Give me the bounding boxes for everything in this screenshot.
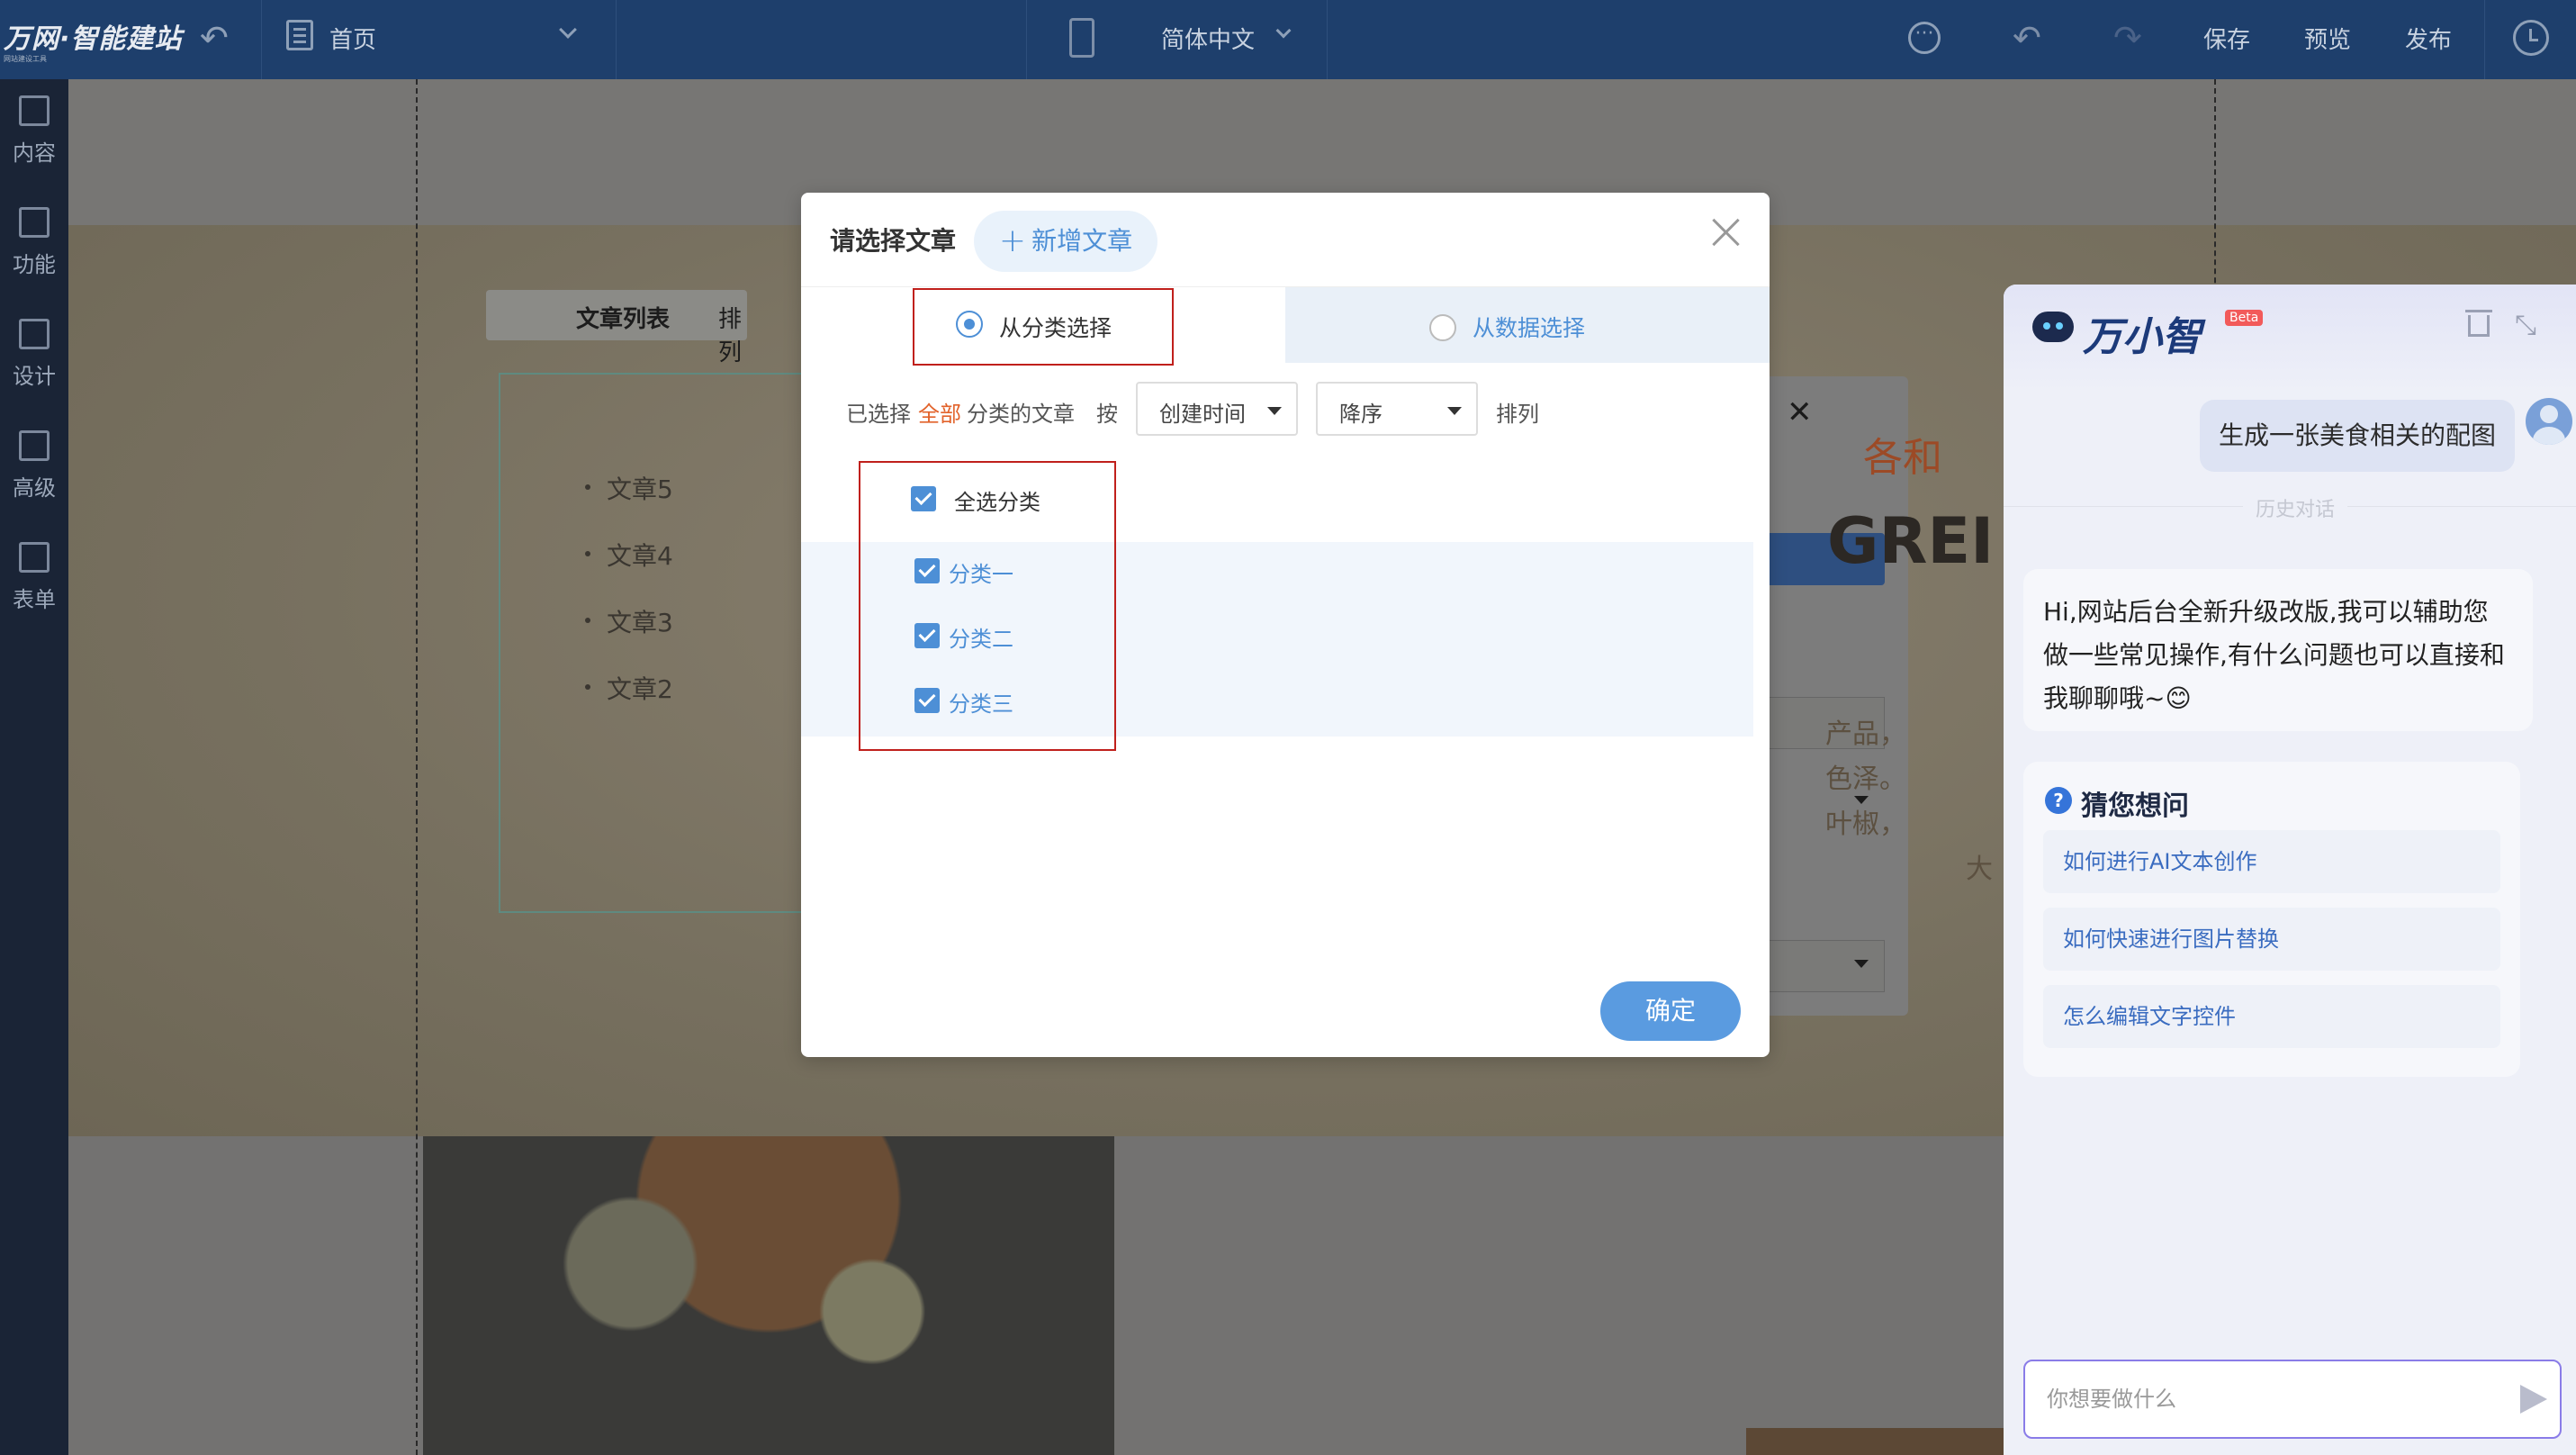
filter-highlight: 全部 — [918, 402, 961, 427]
sidebar-item-features[interactable]: 功能 — [0, 191, 68, 303]
assistant-brand: 万小智 — [2083, 314, 2202, 360]
layout-icon — [19, 319, 50, 349]
background-title-text: GREI — [1827, 504, 1995, 578]
suggestion-item[interactable]: 怎么编辑文字控件 — [2043, 985, 2500, 1048]
background-body-text: 叶椒， — [1825, 809, 1906, 840]
background-heading-text: 各和 — [1863, 435, 1942, 481]
chat-input-placeholder: 你想要做什么 — [2047, 1387, 2176, 1412]
background-body-text: 色泽。 — [1825, 764, 1906, 795]
chevron-down-icon[interactable] — [559, 21, 577, 39]
sort-order-value: 降序 — [1339, 402, 1383, 427]
list-item: 文章5 — [585, 470, 673, 506]
background-body-text: 大 — [1966, 854, 1993, 885]
save-button[interactable]: 保存 — [2203, 22, 2250, 55]
article-widget-tabs: 文章列表 排列 — [486, 290, 747, 366]
caret-down-icon — [1447, 407, 1462, 415]
redo-icon[interactable]: ↷ — [2113, 18, 2142, 58]
food-image-partial — [1746, 1428, 2016, 1455]
left-sidebar: 内容 功能 设计 高级 表单 — [0, 79, 68, 1455]
caret-down-icon — [1267, 407, 1282, 415]
top-toolbar: 万网·智能建站 网站建设工具 ↶ 首页 简体中文 ··· ↶ ↷ 保存 预览 发… — [0, 0, 2576, 79]
page-selector-label[interactable]: 首页 — [329, 22, 376, 55]
tab-from-data[interactable]: 从数据选择 — [1285, 287, 1770, 363]
toolbar-divider — [2484, 0, 2485, 79]
select-article-modal: 请选择文章 + 新增文章 从分类选择 从数据选择 已选择 全部 分类的文章 按 创… — [801, 193, 1770, 1057]
sort-field-value: 创建时间 — [1159, 402, 1246, 427]
sidebar-item-label: 功能 — [13, 252, 56, 277]
ai-assistant-panel: 万小智 Beta ⤡ 生成一张美食相关的配图 历史对话 Hi,网站后台全新升级改… — [2004, 285, 2576, 1455]
chevron-down-icon[interactable] — [1275, 23, 1292, 39]
sidebar-item-content[interactable]: 内容 — [0, 79, 68, 191]
undo-icon[interactable]: ↶ — [2013, 18, 2041, 58]
background-body-text: 产品， — [1825, 718, 1906, 750]
preview-button[interactable]: 预览 — [2304, 22, 2351, 55]
list-item: 文章2 — [585, 670, 673, 706]
send-icon[interactable] — [2520, 1385, 2547, 1414]
collapse-icon[interactable]: ⤡ — [2515, 310, 2536, 341]
toolbar-divider — [616, 0, 617, 79]
brand-logo: 万网·智能建站 网站建设工具 — [4, 16, 182, 64]
radio-unselected-icon[interactable] — [1429, 314, 1456, 341]
food-image — [423, 1136, 1114, 1455]
page-icon — [286, 20, 313, 50]
add-article-button[interactable]: + 新增文章 — [974, 211, 1157, 272]
sidebar-item-design[interactable]: 设计 — [0, 303, 68, 414]
sidebar-item-label: 内容 — [13, 140, 56, 166]
sidebar-item-label: 设计 — [13, 364, 56, 389]
sidebar-item-advanced[interactable]: 高级 — [0, 414, 68, 526]
suggested-questions-title: 猜您想问 — [2081, 791, 2189, 822]
suggested-questions: ? 猜您想问 如何进行AI文本创作 如何快速进行图片替换 怎么编辑文字控件 — [2023, 762, 2520, 1077]
user-message: 生成一张美食相关的配图 — [2200, 400, 2515, 472]
publish-button[interactable]: 发布 — [2405, 22, 2452, 55]
plus-icon: + — [998, 222, 1027, 259]
suggestion-item[interactable]: 如何进行AI文本创作 — [2043, 830, 2500, 893]
chat-input[interactable]: 你想要做什么 — [2023, 1360, 2562, 1439]
brand-logo-subtext: 网站建设工具 — [4, 55, 47, 63]
content-guide-line — [416, 79, 418, 1455]
sort-field-select[interactable]: 创建时间 — [1136, 382, 1298, 436]
filter-by-label: 按 — [1096, 402, 1118, 427]
list-item: 文章4 — [585, 537, 673, 573]
language-selector[interactable]: 简体中文 — [1161, 22, 1255, 55]
highlight-outline — [913, 288, 1174, 366]
document-icon — [19, 95, 50, 126]
sort-suffix: 排列 — [1496, 402, 1539, 427]
toolbar-divider — [261, 0, 262, 79]
undo-icon[interactable]: ↶ — [200, 18, 229, 58]
grid-icon — [19, 207, 50, 238]
tab-label: 从数据选择 — [1473, 315, 1586, 341]
close-icon[interactable] — [1708, 214, 1744, 250]
confirm-button[interactable]: 确定 — [1600, 981, 1741, 1041]
close-icon[interactable]: ✕ — [1787, 394, 1813, 430]
history-icon[interactable] — [2513, 20, 2549, 56]
history-label[interactable]: 历史对话 — [2243, 493, 2348, 522]
question-icon: ? — [2045, 787, 2072, 814]
sidebar-item-forms[interactable]: 表单 — [0, 526, 68, 637]
assistant-message: Hi,网站后台全新升级改版,我可以辅助您做一些常见操作,有什么问题也可以直接和我… — [2023, 569, 2533, 731]
sort-order-select[interactable]: 降序 — [1316, 382, 1478, 436]
list-icon — [19, 542, 50, 573]
modal-title: 请选择文章 — [830, 226, 957, 256]
trash-icon[interactable] — [2465, 310, 2492, 337]
filter-prefix: 已选择 — [846, 402, 911, 427]
list-item: 文章3 — [585, 603, 673, 639]
caret-down-icon — [1854, 960, 1869, 968]
avatar — [2526, 398, 2572, 445]
highlight-outline — [859, 461, 1116, 751]
add-article-label: 新增文章 — [1031, 226, 1133, 256]
robot-icon — [2032, 312, 2074, 342]
sidebar-item-label: 表单 — [13, 587, 56, 612]
suggestion-item[interactable]: 如何快速进行图片替换 — [2043, 908, 2500, 971]
filter-suffix: 分类的文章 — [967, 402, 1075, 427]
code-monitor-icon — [19, 430, 50, 461]
sidebar-item-label: 高级 — [13, 475, 56, 501]
toolbar-divider — [1026, 0, 1027, 79]
beta-badge: Beta — [2225, 310, 2264, 326]
mobile-view-icon[interactable] — [1069, 18, 1094, 58]
brand-logo-text: 万网·智能建站 — [4, 23, 183, 55]
tab-article-list[interactable]: 文章列表 — [576, 301, 670, 334]
tab-arrange[interactable]: 排列 — [718, 301, 747, 367]
toolbar-divider — [1327, 0, 1328, 79]
more-icon[interactable]: ··· — [1908, 22, 1941, 54]
